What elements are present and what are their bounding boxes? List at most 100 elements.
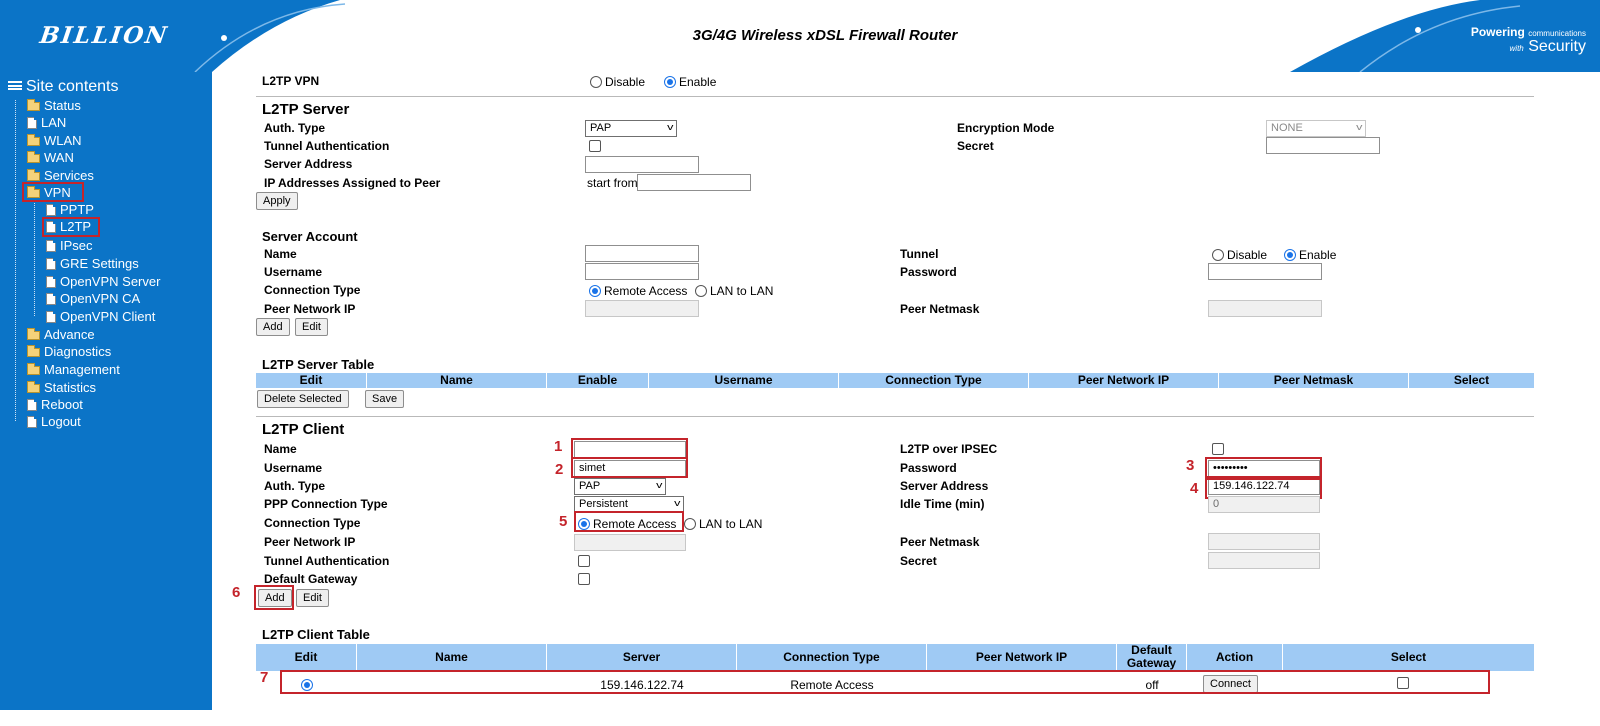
- annotation-number-1: 1: [554, 438, 563, 455]
- sidebar-item-openvpn-server[interactable]: OpenVPN Server: [46, 273, 160, 290]
- client-peer-netmask-label: Peer Netmask: [900, 535, 980, 549]
- account-lan-to-lan-radio[interactable]: LAN to LAN: [695, 284, 773, 298]
- annotation-box-5: [574, 511, 684, 532]
- server-table-header: Edit Name Enable Username Connection Typ…: [256, 373, 1534, 388]
- start-from-input[interactable]: [637, 174, 751, 191]
- folder-icon: [27, 134, 40, 146]
- client-auth-type-select[interactable]: PAP v: [574, 478, 666, 495]
- sidebar-item-gre-settings[interactable]: GRE Settings: [46, 255, 139, 272]
- client-ppp-conn-label: PPP Connection Type: [264, 497, 388, 511]
- sidebar-item-wan[interactable]: WAN: [27, 149, 74, 166]
- server-tunnel-auth-checkbox[interactable]: [589, 140, 601, 152]
- slogan: Powering communications with Security: [1470, 25, 1586, 55]
- encryption-mode-label: Encryption Mode: [957, 121, 1055, 135]
- client-peer-ip-input[interactable]: [574, 534, 686, 551]
- encryption-mode-select[interactable]: NONE v: [1266, 120, 1366, 137]
- vpn-enable-radio[interactable]: Enable: [664, 75, 716, 89]
- sidebar-item-diagnostics[interactable]: Diagnostics: [27, 343, 111, 360]
- client-idle-input[interactable]: 0: [1208, 496, 1320, 513]
- sidebar-item-reboot[interactable]: Reboot: [27, 396, 83, 413]
- client-secret-input[interactable]: [1208, 552, 1320, 569]
- sidebar-item-status[interactable]: Status: [27, 97, 81, 114]
- sidebar-item-pptp[interactable]: PPTP: [46, 201, 94, 218]
- client-idle-label: Idle Time (min): [900, 497, 985, 511]
- client-over-ipsec-checkbox[interactable]: [1212, 443, 1224, 455]
- client-name-label: Name: [264, 442, 297, 456]
- page-icon: [46, 276, 56, 288]
- client-secret-label: Secret: [900, 554, 937, 568]
- l2tp-server-heading: L2TP Server: [262, 101, 350, 118]
- folder-icon: [27, 151, 40, 163]
- annotation-number-3: 3: [1186, 457, 1195, 474]
- server-table-save-button[interactable]: Save: [365, 390, 405, 408]
- account-username-label: Username: [264, 265, 323, 279]
- annotation-number-2: 2: [555, 461, 564, 478]
- sidebar-item-openvpn-client[interactable]: OpenVPN Client: [46, 308, 155, 325]
- server-address-input[interactable]: [585, 156, 699, 173]
- server-auth-type-select[interactable]: PAP v: [585, 120, 677, 137]
- page-icon: [46, 293, 56, 305]
- folder-icon: [27, 345, 40, 357]
- annotation-number-4: 4: [1190, 480, 1199, 497]
- chevron-down-icon: v: [666, 122, 673, 132]
- start-from-label: start from: [587, 176, 638, 190]
- annotation-box-vpn: [22, 182, 84, 202]
- vpn-disable-radio[interactable]: Disable: [590, 75, 645, 89]
- server-table-heading: L2TP Server Table: [262, 357, 375, 372]
- server-auth-type-label: Auth. Type: [264, 121, 326, 135]
- account-username-input[interactable]: [585, 263, 699, 280]
- sidebar-item-advance[interactable]: Advance: [27, 326, 95, 343]
- client-default-gw-label: Default Gateway: [264, 572, 358, 586]
- account-remote-access-radio[interactable]: Remote Access: [589, 284, 687, 298]
- account-conn-type-label: Connection Type: [264, 283, 361, 297]
- site-contents-title: Site contents: [8, 78, 119, 96]
- client-auth-type-label: Auth. Type: [264, 479, 326, 493]
- account-edit-button[interactable]: Edit: [295, 318, 328, 336]
- sidebar-item-statistics[interactable]: Statistics: [27, 379, 96, 396]
- sidebar-item-openvpn-ca[interactable]: OpenVPN CA: [46, 290, 140, 307]
- account-peer-ip-input[interactable]: [585, 300, 699, 317]
- delete-selected-button[interactable]: Delete Selected: [257, 390, 349, 408]
- client-edit-button[interactable]: Edit: [296, 589, 329, 607]
- client-conn-type-label: Connection Type: [264, 516, 361, 530]
- chevron-down-icon: v: [1355, 122, 1362, 132]
- annotation-number-6: 6: [232, 584, 241, 601]
- account-add-button[interactable]: Add: [256, 318, 290, 336]
- client-password-label: Password: [900, 461, 957, 475]
- account-peer-netmask-label: Peer Netmask: [900, 302, 980, 316]
- annotation-box-2: [571, 457, 688, 478]
- page-icon: [46, 311, 56, 323]
- sidebar-item-lan[interactable]: LAN: [27, 114, 66, 131]
- folder-icon: [27, 99, 40, 111]
- client-username-label: Username: [264, 461, 323, 475]
- client-lan-to-lan-radio[interactable]: LAN to LAN: [684, 517, 762, 531]
- sidebar-item-management[interactable]: Management: [27, 361, 120, 378]
- annotation-box-l2tp: [42, 217, 100, 237]
- client-tunnel-auth-checkbox[interactable]: [578, 555, 590, 567]
- account-tunnel-disable-radio[interactable]: Disable: [1212, 248, 1267, 262]
- account-name-input[interactable]: [585, 245, 699, 262]
- account-tunnel-label: Tunnel: [900, 247, 939, 261]
- page-icon: [27, 117, 37, 129]
- annotation-box-3: [1205, 457, 1322, 478]
- apply-button[interactable]: Apply: [256, 192, 298, 210]
- account-tunnel-enable-radio[interactable]: Enable: [1284, 248, 1336, 262]
- server-account-heading: Server Account: [262, 229, 358, 244]
- client-tunnel-auth-label: Tunnel Authentication: [264, 554, 390, 568]
- annotation-number-7: 7: [260, 669, 269, 686]
- client-peer-netmask-input[interactable]: [1208, 533, 1320, 550]
- page-title: 3G/4G Wireless xDSL Firewall Router: [692, 27, 958, 44]
- client-default-gw-checkbox[interactable]: [578, 573, 590, 585]
- client-table-header: Edit Name Server Connection Type Peer Ne…: [256, 644, 1534, 671]
- server-secret-input[interactable]: [1266, 137, 1380, 154]
- account-peer-netmask-input[interactable]: [1208, 300, 1322, 317]
- page-icon: [46, 204, 56, 216]
- sidebar-item-wlan[interactable]: WLAN: [27, 132, 82, 149]
- sidebar-item-ipsec[interactable]: IPsec: [46, 237, 93, 254]
- client-server-addr-label: Server Address: [900, 479, 989, 493]
- sidebar-item-logout[interactable]: Logout: [27, 413, 81, 430]
- chevron-down-icon: v: [655, 480, 662, 490]
- folder-icon: [27, 169, 40, 181]
- header: BILLION 3G/4G Wireless xDSL Firewall Rou…: [0, 0, 1600, 72]
- account-password-input[interactable]: [1208, 263, 1322, 280]
